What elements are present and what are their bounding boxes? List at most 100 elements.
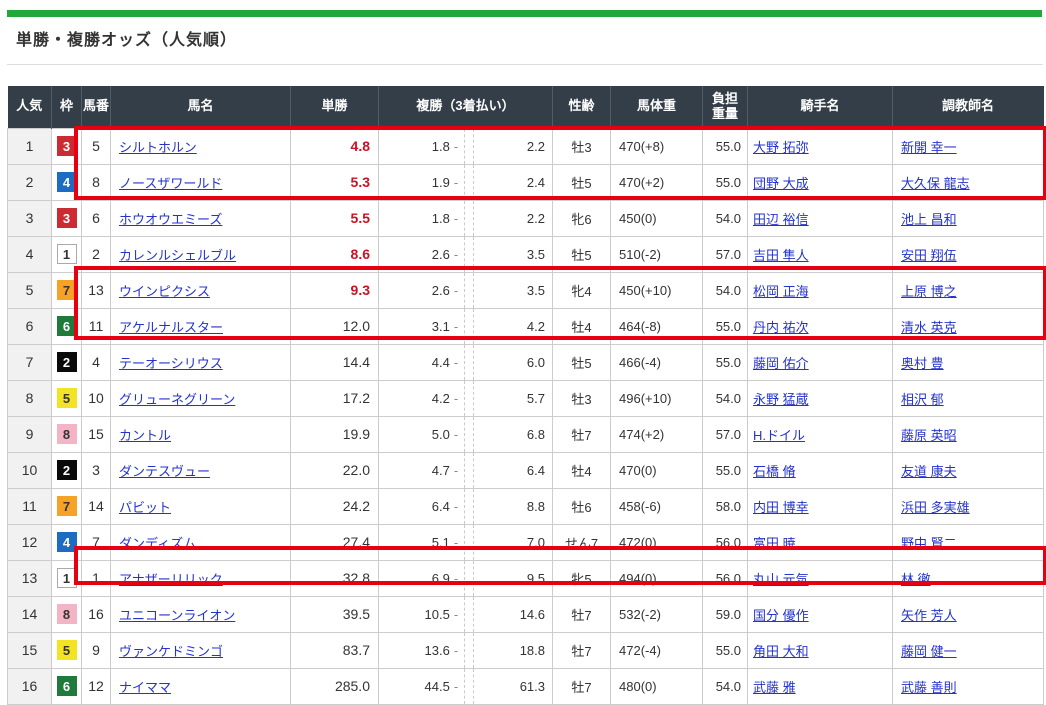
table-row: 1247ダンディズム27.45.1-7.0せん7472(0)56.0富田 暁野中…: [8, 524, 1044, 560]
sex-age-cell: 牡3: [553, 128, 611, 164]
title-divider: [7, 64, 1043, 65]
horse-number-cell: 11: [82, 308, 111, 344]
trainer-link[interactable]: 奥村 豊: [901, 356, 944, 371]
table-row: 5713ウインピクシス9.32.6-3.5牝4450(+10)54.0松岡 正海…: [8, 272, 1044, 308]
horse-name-link[interactable]: ナイママ: [119, 680, 171, 695]
horse-name-link[interactable]: ウインピクシス: [119, 284, 210, 299]
horse-name-cell: アナザーリリック: [111, 560, 291, 596]
horse-name-link[interactable]: カレンルシェルブル: [119, 248, 236, 263]
horse-name-cell: ヴァンケドミンゴ: [111, 632, 291, 668]
jockey-link[interactable]: 田辺 裕信: [753, 212, 809, 227]
header-rank: 人気: [8, 86, 52, 128]
bracket-cell: 7: [52, 488, 82, 524]
accent-top-bar: [7, 10, 1042, 17]
jockey-link[interactable]: 富田 暁: [753, 536, 796, 551]
trainer-link[interactable]: 藤原 英昭: [901, 428, 957, 443]
trainer-link[interactable]: 林 徹: [901, 572, 931, 587]
jockey-link[interactable]: 国分 優作: [753, 608, 809, 623]
trainer-link[interactable]: 新開 幸一: [901, 140, 957, 155]
table-row: 11714パビット24.26.4-8.8牡6458(-6)58.0内田 博幸浜田…: [8, 488, 1044, 524]
body-weight-cell: 510(-2): [611, 236, 703, 272]
trainer-link[interactable]: 藤岡 健一: [901, 644, 957, 659]
horse-name-link[interactable]: アケルナルスター: [119, 320, 223, 335]
horse-name-link[interactable]: パビット: [119, 500, 171, 515]
jockey-link[interactable]: 藤岡 佑介: [753, 356, 809, 371]
jockey-link[interactable]: 石橋 脩: [753, 464, 796, 479]
place-odds-separator: [464, 237, 474, 272]
table-row: 9815カントル19.95.0-6.8牡7474(+2)57.0H.ドイル藤原 …: [8, 416, 1044, 452]
trainer-link[interactable]: 浜田 多実雄: [901, 500, 970, 515]
horse-name-link[interactable]: アナザーリリック: [119, 572, 223, 587]
horse-name-link[interactable]: シルトホルン: [119, 140, 197, 155]
trainer-link[interactable]: 武藤 善則: [901, 680, 957, 695]
jockey-link[interactable]: 角田 大和: [753, 644, 809, 659]
trainer-link[interactable]: 清水 英克: [901, 320, 957, 335]
jockey-cell: 丸山 元気: [748, 560, 893, 596]
body-weight-cell: 470(+8): [611, 128, 703, 164]
jockey-link[interactable]: 大野 拓弥: [753, 140, 809, 155]
bracket-badge: 8: [57, 424, 77, 444]
trainer-cell: 藤原 英昭: [893, 416, 1044, 452]
place-odds-range: 2.6-3.5: [379, 237, 552, 272]
bracket-cell: 8: [52, 596, 82, 632]
rank-cell: 1: [8, 128, 52, 164]
jockey-link[interactable]: 内田 博幸: [753, 500, 809, 515]
horse-name-link[interactable]: ダンテスヴュー: [119, 464, 210, 479]
bracket-badge: 1: [57, 568, 77, 588]
impost-cell: 54.0: [703, 200, 748, 236]
place-odds-dash: -: [454, 643, 458, 658]
horse-name-link[interactable]: テーオーシリウス: [119, 356, 223, 371]
horse-name-link[interactable]: ヴァンケドミンゴ: [119, 644, 223, 659]
horse-name-link[interactable]: ダンディズム: [119, 536, 196, 551]
place-odds-range: 5.0-6.8: [379, 417, 552, 452]
trainer-link[interactable]: 矢作 芳人: [901, 608, 957, 623]
trainer-cell: 清水 英克: [893, 308, 1044, 344]
horse-number-cell: 13: [82, 272, 111, 308]
header-bracket: 枠: [52, 86, 82, 128]
table-row: 8510グリューネグリーン17.24.2-5.7牡3496(+10)54.0永野…: [8, 380, 1044, 416]
sex-age-cell: 牡4: [553, 308, 611, 344]
trainer-link[interactable]: 友道 康夫: [901, 464, 957, 479]
horse-name-link[interactable]: ユニコーンライオン: [119, 608, 235, 623]
trainer-link[interactable]: 相沢 郁: [901, 392, 944, 407]
place-odds-cell: 6.9-9.5: [379, 560, 553, 596]
jockey-link[interactable]: 松岡 正海: [753, 284, 809, 299]
place-odds-high: 18.8: [474, 643, 552, 658]
bracket-badge: 1: [57, 244, 77, 264]
jockey-link[interactable]: 吉田 隼人: [753, 248, 809, 263]
trainer-link[interactable]: 大久保 龍志: [901, 176, 970, 191]
horse-name-link[interactable]: ホウオウエミーズ: [119, 212, 222, 227]
place-odds-high: 8.8: [474, 499, 552, 514]
place-odds-range: 44.5-61.3: [379, 669, 552, 704]
place-odds-dash: -: [454, 535, 458, 550]
place-odds-high: 14.6: [474, 607, 552, 622]
jockey-link[interactable]: H.ドイル: [753, 428, 805, 443]
trainer-link[interactable]: 野中 賢二: [901, 536, 957, 551]
jockey-link[interactable]: 丹内 祐次: [753, 320, 809, 335]
jockey-link[interactable]: 丸山 元気: [753, 572, 809, 587]
place-odds-low: 4.7: [379, 463, 450, 478]
jockey-link[interactable]: 団野 大成: [753, 176, 809, 191]
trainer-link[interactable]: 安田 翔伍: [901, 248, 957, 263]
horse-number-cell: 15: [82, 416, 111, 452]
trainer-link[interactable]: 池上 昌和: [901, 212, 957, 227]
body-weight-cell: 474(+2): [611, 416, 703, 452]
bracket-cell: 5: [52, 632, 82, 668]
place-odds-dash: -: [454, 679, 458, 694]
place-odds-low: 1.9: [379, 175, 450, 190]
horse-name-link[interactable]: グリューネグリーン: [119, 392, 235, 407]
jockey-link[interactable]: 武藤 雅: [753, 680, 796, 695]
place-odds-low: 5.1: [379, 535, 450, 550]
horse-name-link[interactable]: ノースザワールド: [119, 176, 222, 191]
table-row: 14816ユニコーンライオン39.510.5-14.6牡7532(-2)59.0…: [8, 596, 1044, 632]
place-odds-range: 4.2-5.7: [379, 381, 552, 416]
place-odds-dash: -: [454, 571, 458, 586]
place-odds-dash: -: [454, 247, 458, 262]
place-odds-cell: 2.6-3.5: [379, 272, 553, 308]
horse-name-link[interactable]: カントル: [119, 428, 171, 443]
jockey-link[interactable]: 永野 猛蔵: [753, 392, 809, 407]
place-odds-low: 6.4: [379, 499, 450, 514]
trainer-link[interactable]: 上原 博之: [901, 284, 957, 299]
place-odds-low: 2.6: [379, 283, 450, 298]
bracket-badge: 5: [57, 640, 77, 660]
